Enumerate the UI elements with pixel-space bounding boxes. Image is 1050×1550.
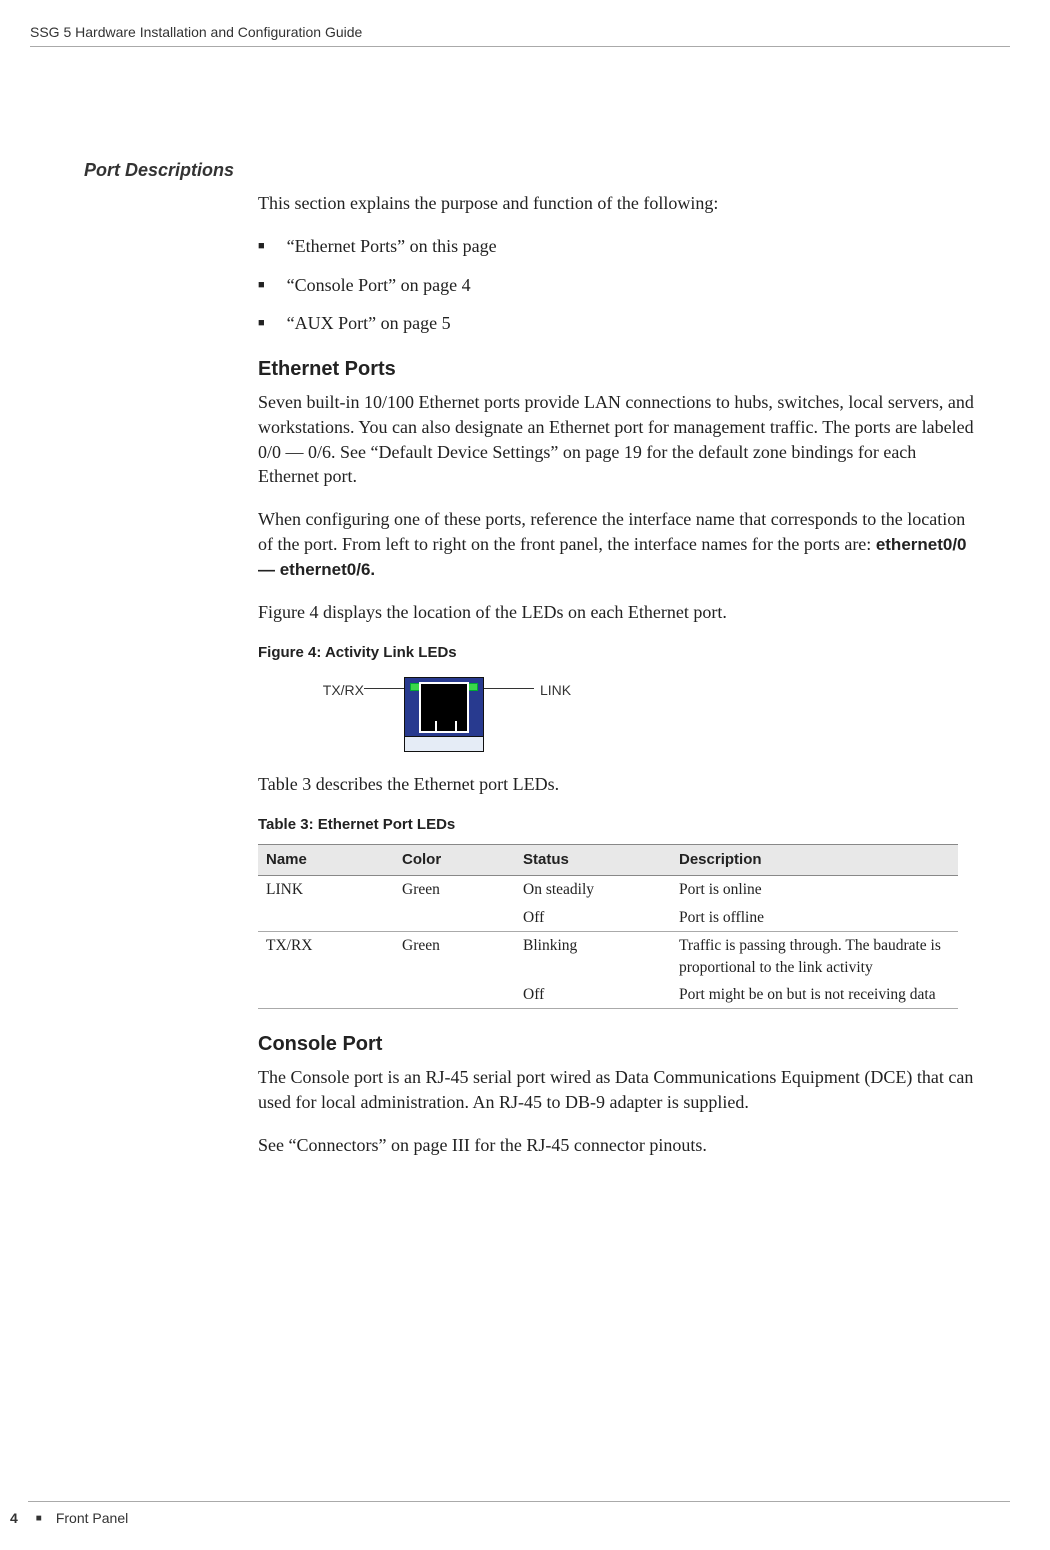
figure-4: TX/RX LINK [318, 677, 978, 752]
cell-desc: Port is online [671, 876, 958, 904]
cell-empty [258, 981, 394, 1009]
bullet-icon: ■ [258, 278, 265, 298]
figure-caption: Figure 4: Activity Link LEDs [258, 643, 978, 664]
bullet-text: “Console Port” on page 4 [287, 273, 471, 298]
th-description: Description [671, 844, 958, 876]
bullet-text: “Ethernet Ports” on this page [287, 234, 497, 259]
cell-name: LINK [258, 876, 394, 904]
cell-color: Green [394, 932, 515, 981]
rj45-port-icon [404, 677, 484, 752]
bullet-list: ■ “Ethernet Ports” on this page ■ “Conso… [258, 234, 978, 336]
page-content: Port Descriptions This section explains … [84, 160, 984, 1175]
console-p2: See “Connectors” on page III for the RJ-… [258, 1133, 978, 1158]
ethernet-p4: Table 3 describes the Ethernet port LEDs… [258, 772, 978, 797]
list-item: ■ “AUX Port” on page 5 [258, 311, 978, 336]
cell-status: Blinking [515, 932, 671, 981]
cell-color: Green [394, 876, 515, 904]
console-heading: Console Port [258, 1031, 978, 1059]
list-item: ■ “Console Port” on page 4 [258, 273, 978, 298]
figure-line-right [484, 688, 534, 689]
header-rule [30, 46, 1010, 47]
bullet-icon: ■ [258, 316, 265, 336]
cell-empty [394, 904, 515, 932]
table-header-row: Name Color Status Description [258, 844, 958, 876]
th-status: Status [515, 844, 671, 876]
body-block: This section explains the purpose and fu… [258, 191, 978, 1157]
cell-desc: Port might be on but is not receiving da… [671, 981, 958, 1009]
console-p1: The Console port is an RJ-45 serial port… [258, 1065, 978, 1115]
cell-empty [394, 981, 515, 1009]
figure-label-txrx: TX/RX [318, 677, 364, 700]
page-number: 4 [10, 1510, 18, 1526]
table-caption: Table 3: Ethernet Port LEDs [258, 815, 978, 836]
cell-status: On steadily [515, 876, 671, 904]
cell-desc: Port is offline [671, 904, 958, 932]
document-header: SSG 5 Hardware Installation and Configur… [30, 24, 362, 40]
bullet-text: “AUX Port” on page 5 [287, 311, 451, 336]
bullet-icon: ■ [258, 239, 265, 259]
ethernet-p2-pre: When configuring one of these ports, ref… [258, 509, 965, 554]
ethernet-heading: Ethernet Ports [258, 356, 978, 384]
cell-name: TX/RX [258, 932, 394, 981]
th-color: Color [394, 844, 515, 876]
rj45-jack-icon [419, 682, 469, 733]
cell-desc: Traffic is passing through. The baudrate… [671, 932, 958, 981]
table-row: TX/RX Green Blinking Traffic is passing … [258, 932, 958, 981]
footer-section: Front Panel [56, 1510, 128, 1526]
table-row: Off Port is offline [258, 904, 958, 932]
table-row: LINK Green On steadily Port is online [258, 876, 958, 904]
table-row: Off Port might be on but is not receivin… [258, 981, 958, 1009]
figure-line-left [364, 688, 404, 689]
page-footer: 4 ■ Front Panel [10, 1501, 1010, 1526]
figure-label-link: LINK [540, 677, 571, 700]
cell-empty [258, 904, 394, 932]
bullet-icon: ■ [36, 1513, 42, 1524]
ethernet-p2: When configuring one of these ports, ref… [258, 507, 978, 581]
th-name: Name [258, 844, 394, 876]
section-heading: Port Descriptions [84, 160, 984, 181]
intro-text: This section explains the purpose and fu… [258, 191, 978, 216]
footer-rule [28, 1501, 1010, 1502]
ethernet-led-table: Name Color Status Description LINK Green… [258, 844, 958, 1010]
cell-status: Off [515, 904, 671, 932]
ethernet-p1: Seven built-in 10/100 Ethernet ports pro… [258, 390, 978, 489]
cell-status: Off [515, 981, 671, 1009]
list-item: ■ “Ethernet Ports” on this page [258, 234, 978, 259]
ethernet-p3: Figure 4 displays the location of the LE… [258, 600, 978, 625]
